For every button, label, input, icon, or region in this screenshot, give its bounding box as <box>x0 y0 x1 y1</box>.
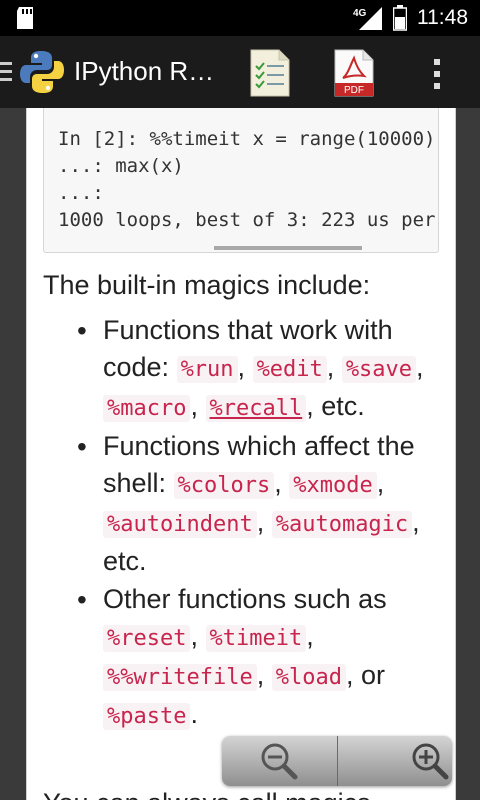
magic-run[interactable]: %run <box>176 356 238 383</box>
magic-edit[interactable]: %edit <box>252 356 327 383</box>
document-page: In [2]: %%timeit x = range(10000) ...: m… <box>26 108 456 800</box>
list-item: Other functions such as %reset, %timeit,… <box>77 581 443 735</box>
code-block[interactable]: In [2]: %%timeit x = range(10000) ...: m… <box>43 108 439 253</box>
magic-paste[interactable]: %paste <box>103 703 191 730</box>
zoom-out-button[interactable] <box>222 736 337 786</box>
magic-writefile[interactable]: %%writefile <box>103 664 257 691</box>
zoom-in-button[interactable] <box>336 736 452 786</box>
network-type-label: 4G <box>353 8 367 19</box>
signal-4g-icon: 4G <box>353 7 382 30</box>
magic-save[interactable]: %save <box>341 356 417 383</box>
magic-timeit[interactable]: %timeit <box>205 625 307 652</box>
magic-colors[interactable]: %colors <box>173 472 275 499</box>
horizontal-scrollbar[interactable] <box>214 246 362 250</box>
clock: 11:48 <box>417 6 468 29</box>
drawer-indicator-icon[interactable] <box>0 60 14 84</box>
code-line: 1000 loops, best of 3: 223 us per loop <box>58 209 436 231</box>
separator: , <box>274 468 290 498</box>
magic-load[interactable]: %load <box>271 664 346 691</box>
list-item: Functions which affect the shell: %color… <box>77 428 443 580</box>
sd-card-icon <box>17 7 33 29</box>
separator: , <box>256 660 272 690</box>
magic-xmode[interactable]: %xmode <box>289 472 377 499</box>
zoom-controls <box>222 736 452 786</box>
document-viewport[interactable]: In [2]: %%timeit x = range(10000) ...: m… <box>0 108 480 800</box>
python-logo-icon[interactable] <box>18 48 66 96</box>
action-bar: IPython R… PDF <box>0 36 480 108</box>
magic-macro[interactable]: %macro <box>103 395 191 422</box>
separator: , <box>190 621 206 651</box>
battery-icon <box>393 5 407 31</box>
separator: , <box>256 507 272 537</box>
separator: , <box>237 352 253 382</box>
item-text: . <box>190 699 198 729</box>
magic-reset[interactable]: %reset <box>103 625 191 652</box>
status-bar: 4G 11:48 <box>0 0 480 36</box>
magics-list: Functions that work with code: %run, %ed… <box>43 312 443 736</box>
item-text: Other functions such as <box>103 584 387 614</box>
code-text: In [2]: %%timeit x = range(10000) ...: m… <box>44 108 438 234</box>
separator: , <box>416 352 424 382</box>
magic-recall-link[interactable]: %recall <box>205 395 307 422</box>
pdf-icon[interactable]: PDF <box>333 48 375 98</box>
separator: , or <box>345 660 385 690</box>
table-of-contents-icon[interactable] <box>249 48 291 98</box>
next-paragraph-partial: You can always call magics <box>43 788 371 800</box>
separator: , <box>376 468 385 498</box>
code-line: In [2]: %%timeit x = range(10000) <box>58 128 436 150</box>
separator: , <box>190 391 206 421</box>
separator: , <box>306 621 314 651</box>
overflow-menu-icon[interactable] <box>430 56 444 92</box>
item-text: , etc. <box>306 391 365 421</box>
pdf-label: PDF <box>344 85 364 96</box>
magic-autoindent[interactable]: %autoindent <box>103 511 257 538</box>
zoom-in-icon <box>412 743 449 780</box>
intro-paragraph: The built-in magics include: <box>43 270 371 300</box>
zoom-out-icon <box>261 743 298 780</box>
list-item: Functions that work with code: %run, %ed… <box>77 312 443 427</box>
separator: , <box>326 352 342 382</box>
magic-automagic[interactable]: %automagic <box>271 511 413 538</box>
code-line: ...: <box>58 182 104 204</box>
app-title: IPython R… <box>74 56 215 86</box>
code-line: ...: max(x) <box>58 155 184 177</box>
